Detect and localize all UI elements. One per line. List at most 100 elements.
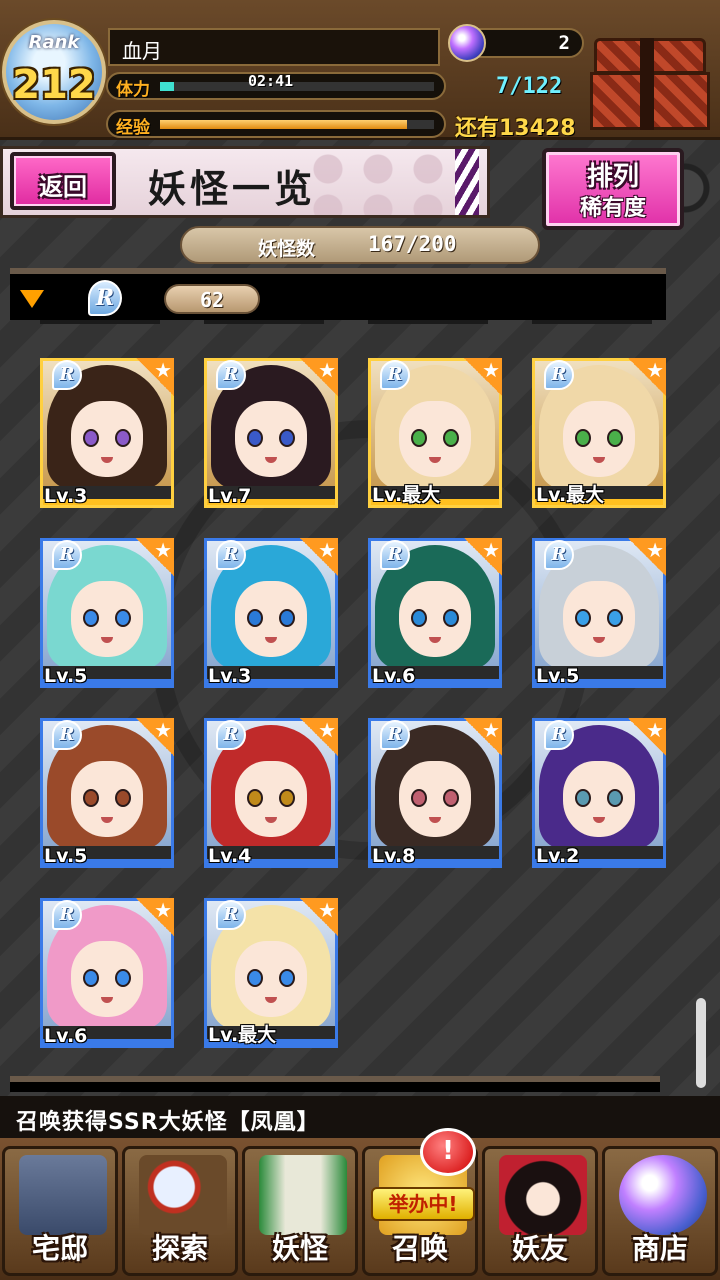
stamina-count: 7/122 [496, 74, 563, 99]
rarity-r-icon: R [380, 540, 410, 570]
stamina-label: 体力 [116, 80, 150, 100]
page-title: 妖怪一览 [148, 166, 317, 211]
nav-monsters-button[interactable]: 妖怪 [242, 1146, 358, 1276]
favorite-star-icon[interactable]: ★ [136, 898, 174, 936]
rarity-r-icon: R [544, 720, 574, 750]
exp-track [160, 120, 434, 129]
monster-card[interactable]: R ★ Lv.6 [40, 898, 174, 1048]
exp-bar: 经验 [106, 110, 446, 138]
sort-title: 排列 [586, 162, 639, 192]
magnifier-icon [139, 1155, 227, 1235]
news-ticker[interactable]: 召唤获得SSR大妖怪【凤凰】 [0, 1096, 720, 1138]
card-level: Lv.2 [536, 845, 580, 867]
favorite-star-icon[interactable]: ★ [136, 358, 174, 396]
nav-summon-label: 召唤 [391, 1232, 448, 1265]
gem-count: 2 [558, 32, 570, 54]
stamina-timer: 02:41 [248, 72, 294, 90]
card-level: Lv.6 [44, 1025, 88, 1047]
monster-card[interactable]: R ★ Lv.最大 [532, 358, 666, 508]
card-level: Lv.最大 [208, 1024, 277, 1046]
favorite-star-icon[interactable]: ★ [464, 538, 502, 576]
monster-card[interactable]: R ★ Lv.最大 [204, 898, 338, 1048]
ticker-text: 召唤获得SSR大妖怪【凤凰】 [16, 1110, 320, 1135]
player-name: 血月 [122, 39, 162, 63]
card-level: Lv.3 [44, 485, 88, 507]
card-level: Lv.5 [536, 665, 580, 687]
monster-card[interactable]: R ★ Lv.6 [368, 538, 502, 688]
scrollbar[interactable] [696, 268, 706, 1092]
monster-card[interactable]: R ★ Lv.5 [40, 718, 174, 868]
monster-card[interactable]: R ★ Lv.最大 [368, 358, 502, 508]
monster-count-bar: 妖怪数 167/200 [180, 226, 540, 264]
monster-card[interactable]: R ★ Lv.5 [40, 538, 174, 688]
gem-counter[interactable]: 2 [448, 24, 584, 62]
header-stripes [455, 149, 479, 215]
rarity-r-icon: R [52, 900, 82, 930]
favorite-star-icon[interactable]: ★ [300, 358, 338, 396]
nav-shop-button[interactable]: 商店 [602, 1146, 718, 1276]
monster-card[interactable]: R ★ Lv.8 [368, 718, 502, 868]
sort-button[interactable]: 排列 稀有度 [542, 148, 684, 230]
back-button[interactable]: 返回 [10, 152, 116, 210]
monster-card[interactable]: R ★ Lv.4 [204, 718, 338, 868]
rank-value: 212 [12, 62, 96, 108]
rarity-r-icon: R [544, 360, 574, 390]
scroll-thumb[interactable] [696, 998, 706, 1088]
nav-home-label: 宅邸 [31, 1232, 88, 1265]
scroll-icon [259, 1155, 347, 1235]
exp-fill [160, 120, 407, 129]
rarity-r-icon: R [216, 540, 246, 570]
rank-badge[interactable]: Rank 212 [2, 20, 106, 132]
card-level: Lv.7 [208, 485, 252, 507]
player-name-box[interactable]: 血月 [108, 28, 440, 66]
monster-card[interactable]: R ★ Lv.3 [204, 538, 338, 688]
monster-card[interactable]: R ★ Lv.5 [532, 538, 666, 688]
nav-monsters-label: 妖怪 [271, 1232, 328, 1265]
monster-count-label: 妖怪数 [258, 238, 316, 260]
favorite-star-icon[interactable]: ★ [300, 538, 338, 576]
header-pattern [303, 149, 453, 215]
nav-home-button[interactable]: 宅邸 [2, 1146, 118, 1276]
bottom-nav: 宅邸 探索 妖怪 举办中! 召唤 妖友 商店 [0, 1138, 720, 1280]
monster-list[interactable]: R 62 R ★ Lv.3 R ★ Lv.7 R ★ Lv.最大 R ★ Lv.最大 R ★ Lv.5 R ★ L… [10, 268, 670, 1092]
favorite-star-icon[interactable]: ★ [464, 358, 502, 396]
group-count: 62 [199, 288, 225, 312]
favorite-star-icon[interactable]: ★ [136, 718, 174, 756]
rarity-r-icon: R [380, 720, 410, 750]
monster-card[interactable]: R ★ Lv.2 [532, 718, 666, 868]
exp-remaining: 还有13428 [455, 116, 576, 141]
rank-label: Rank [28, 32, 80, 53]
next-group-header[interactable] [10, 1076, 660, 1092]
card-level: Lv.5 [44, 845, 88, 867]
monster-card[interactable]: R ★ Lv.7 [204, 358, 338, 508]
favorite-star-icon[interactable]: ★ [628, 358, 666, 396]
crystal-orb-icon [619, 1155, 707, 1235]
monster-card[interactable]: R ★ Lv.3 [40, 358, 174, 508]
card-level: Lv.6 [372, 665, 416, 687]
nav-friends-button[interactable]: 妖友 [482, 1146, 598, 1276]
favorite-star-icon[interactable]: ★ [300, 718, 338, 756]
favorite-star-icon[interactable]: ★ [136, 538, 174, 576]
monster-count-value: 167/200 [368, 232, 457, 256]
rarity-r-icon: R [380, 360, 410, 390]
favorite-star-icon[interactable]: ★ [300, 898, 338, 936]
rarity-r-icon: R [52, 540, 82, 570]
fox-girl-icon [499, 1155, 587, 1235]
card-level: Lv.最大 [372, 484, 441, 506]
favorite-star-icon[interactable]: ★ [628, 718, 666, 756]
favorite-star-icon[interactable]: ★ [628, 538, 666, 576]
alert-icon: ! [420, 1128, 476, 1176]
rarity-group-header[interactable]: R 62 [10, 268, 666, 320]
exp-label: 经验 [116, 118, 150, 138]
rarity-r-icon: R [544, 540, 574, 570]
nav-explore-button[interactable]: 探索 [122, 1146, 238, 1276]
card-level: Lv.3 [208, 665, 252, 687]
chest-band [640, 38, 654, 130]
favorite-star-icon[interactable]: ★ [464, 718, 502, 756]
rarity-r-icon: R [52, 360, 82, 390]
mansion-icon [19, 1155, 107, 1235]
nav-friends-label: 妖友 [511, 1232, 568, 1265]
sort-value: 稀有度 [579, 196, 646, 221]
collapse-arrow-icon[interactable] [20, 290, 44, 308]
present-box-button[interactable] [586, 38, 714, 130]
